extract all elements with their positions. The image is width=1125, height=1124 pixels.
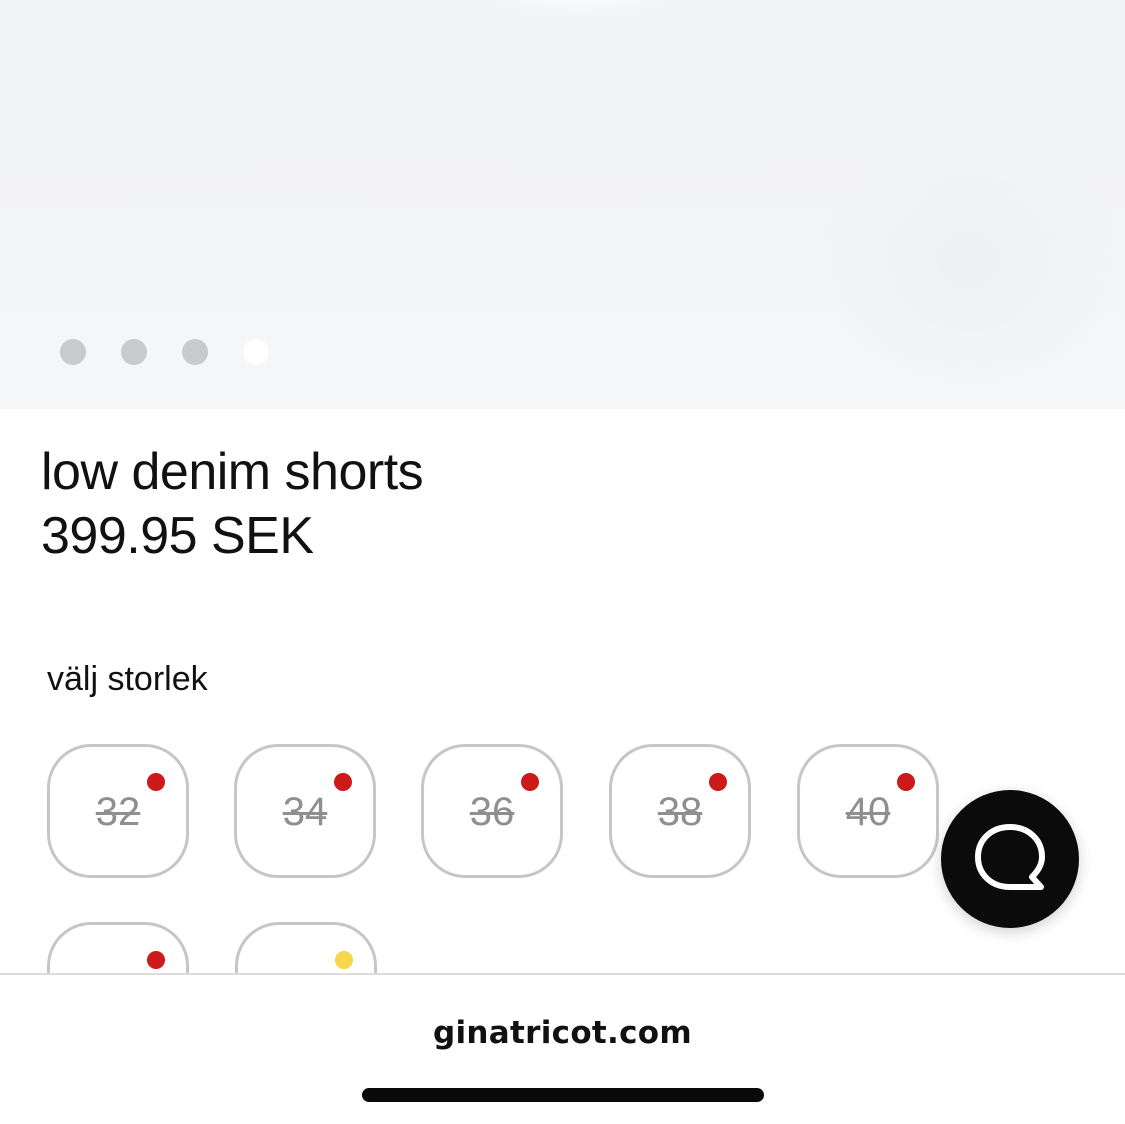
- stock-indicator-dot: [334, 773, 352, 791]
- size-option[interactable]: 32: [47, 744, 189, 878]
- carousel-dot-1[interactable]: [60, 339, 86, 365]
- carousel-dots: [60, 339, 269, 365]
- stock-indicator-dot: [147, 951, 165, 969]
- carousel-dot-2[interactable]: [121, 339, 147, 365]
- stock-indicator-dot: [521, 773, 539, 791]
- image-highlight: [470, 0, 690, 20]
- url-address[interactable]: ginatricot.com: [0, 1013, 1125, 1053]
- product-price: 399.95 SEK: [41, 507, 314, 565]
- size-option-label: 36: [469, 790, 515, 834]
- chat-bubble-icon: [975, 824, 1045, 890]
- carousel-dot-3[interactable]: [182, 339, 208, 365]
- stock-indicator-dot: [709, 773, 727, 791]
- stock-indicator-dot: [335, 951, 353, 969]
- chat-button[interactable]: [941, 790, 1079, 928]
- size-option-label: 40: [845, 790, 891, 834]
- size-option[interactable]: 34: [234, 744, 376, 878]
- carousel-dot-4[interactable]: [243, 339, 269, 365]
- size-selector-heading: välj storlek: [47, 660, 208, 698]
- image-shadow: [820, 130, 1120, 390]
- browser-bottom-bar: ginatricot.com: [0, 973, 1125, 1124]
- size-option[interactable]: 36: [421, 744, 563, 878]
- home-indicator: [362, 1088, 764, 1102]
- size-option-label: 34: [282, 790, 328, 834]
- product-title: low denim shorts: [41, 443, 424, 501]
- product-image-carousel[interactable]: [0, 0, 1125, 409]
- size-option[interactable]: 38: [609, 744, 751, 878]
- size-option[interactable]: 40: [797, 744, 939, 878]
- stock-indicator-dot: [897, 773, 915, 791]
- size-option-label: 38: [657, 790, 703, 834]
- stock-indicator-dot: [147, 773, 165, 791]
- product-page: low denim shorts 399.95 SEK välj storlek…: [0, 0, 1125, 1124]
- size-option-label: 32: [95, 790, 141, 834]
